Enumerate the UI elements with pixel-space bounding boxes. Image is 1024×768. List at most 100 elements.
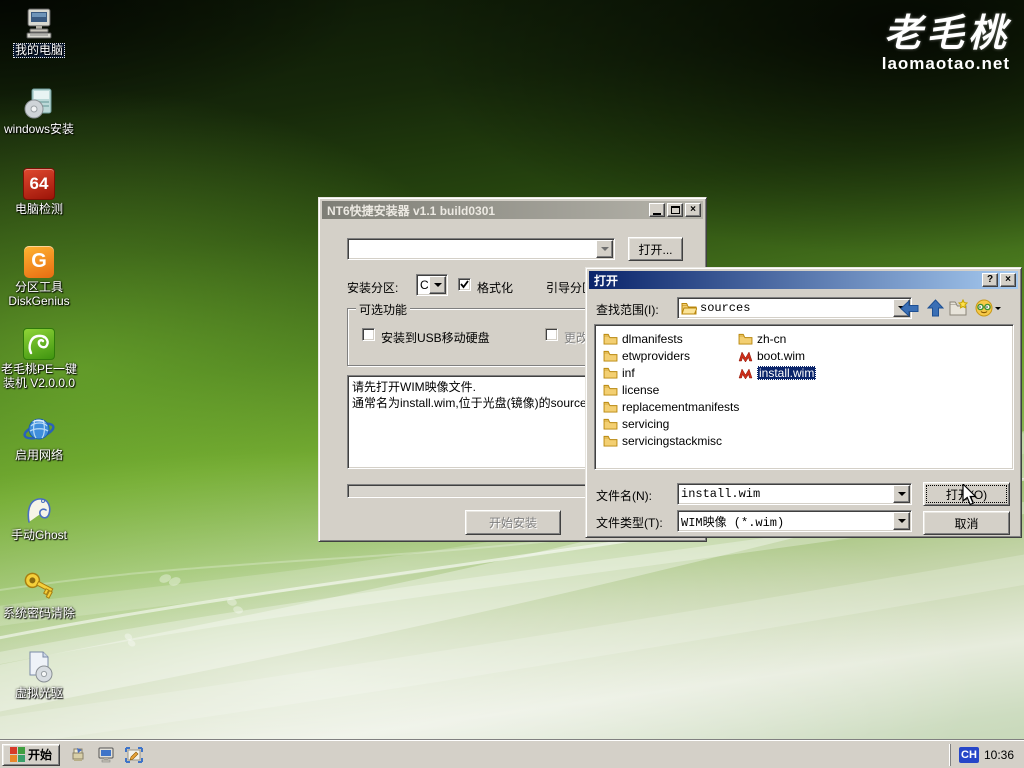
taskbar: 开始 CH 10:36 — [0, 740, 1024, 768]
nt6-window-title: NT6快捷安装器 v1.1 build0301 — [327, 202, 647, 219]
windows-install-icon — [0, 86, 78, 120]
wim-path-combobox[interactable] — [347, 238, 615, 260]
file-name: boot.wim — [757, 349, 805, 363]
start-logo-icon — [10, 747, 25, 762]
desktop-icon-manual-ghost[interactable]: 手动Ghost — [0, 492, 78, 542]
back-button[interactable] — [899, 298, 919, 318]
quick-launch-display-icon[interactable] — [96, 745, 116, 765]
desktop-icon-virtual-cdrom[interactable]: 虚拟光驱 — [0, 650, 78, 700]
file-type-dropdown-button[interactable] — [893, 512, 910, 530]
my-computer-icon — [0, 6, 78, 40]
list-item-folder[interactable]: zh-cn — [738, 330, 816, 347]
format-checkbox[interactable] — [458, 278, 471, 291]
desktop-icon-label: 启用网络 — [14, 449, 64, 462]
desktop-icon-label: 老毛桃PE一键 — [0, 363, 78, 376]
usb-install-checkbox-label[interactable]: 安装到USB移动硬盘 — [381, 329, 490, 346]
list-item-folder[interactable]: etwproviders — [603, 347, 739, 364]
desktop-icon-label: windows安装 — [3, 123, 75, 136]
clock[interactable]: 10:36 — [984, 748, 1014, 762]
check-mark-icon — [460, 280, 469, 289]
desktop-icon-label: 手动Ghost — [10, 529, 68, 542]
quick-launch-show-desktop-icon[interactable] — [124, 745, 144, 765]
open-button-label: 打开(O) — [946, 486, 987, 503]
install-partition-dropdown-button[interactable] — [429, 276, 446, 294]
folder-name: etwproviders — [622, 349, 690, 363]
desktop-icon-label-line2: DiskGenius — [7, 295, 70, 308]
file-name-dropdown-button[interactable] — [893, 485, 910, 503]
folder-icon — [603, 384, 618, 396]
start-button[interactable]: 开始 — [2, 744, 60, 766]
list-item-folder[interactable]: dlmanifests — [603, 330, 739, 347]
list-item-file-selected[interactable]: install.wim — [738, 364, 816, 381]
key-icon — [0, 570, 78, 604]
list-item-folder[interactable]: servicingstackmisc — [603, 432, 739, 449]
file-name: install.wim — [757, 366, 816, 380]
ghost-icon — [0, 492, 78, 526]
folder-icon — [603, 401, 618, 413]
file-type-combobox[interactable]: WIM映像 (*.wim) — [677, 510, 912, 532]
desktop-icon-pc-check[interactable]: 64 电脑检测 — [0, 166, 78, 216]
list-item-folder[interactable]: license — [603, 381, 739, 398]
look-in-value: sources — [700, 301, 750, 315]
close-button[interactable]: × — [685, 203, 701, 217]
view-menu-button[interactable] — [974, 298, 1002, 318]
desktop-icon-label-line2: 装机 V2.0.0.0 — [2, 377, 76, 390]
usb-install-checkbox[interactable] — [362, 328, 375, 341]
desktop-icon-label: 我的电脑 — [13, 43, 65, 58]
nt6-titlebar[interactable]: NT6快捷安装器 v1.1 build0301 × — [322, 201, 703, 219]
help-button[interactable]: ? — [982, 273, 998, 287]
install-partition-value: C — [417, 276, 428, 294]
desktop-icon-password-clear[interactable]: 系统密码清除 — [0, 570, 78, 620]
desktop-icon-windows-install[interactable]: windows安装 — [0, 86, 78, 136]
file-name-value: install.wim — [678, 485, 892, 503]
cancel-button[interactable]: 取消 — [923, 511, 1010, 535]
desktop-icon-laomaotao-pe[interactable]: 老毛桃PE一键 装机 V2.0.0.0 — [0, 326, 78, 390]
quick-launch-tools-icon[interactable] — [68, 745, 88, 765]
folder-icon — [603, 367, 618, 379]
folder-icon — [738, 333, 753, 345]
open-dialog-title: 打开 — [594, 272, 980, 289]
install-partition-select[interactable]: C — [416, 274, 448, 296]
wim-path-dropdown-button[interactable] — [596, 240, 613, 258]
folder-name: replacementmanifests — [622, 400, 739, 414]
list-item-folder[interactable]: inf — [603, 364, 739, 381]
install-partition-label: 安装分区: — [347, 279, 398, 296]
desktop-icon-my-computer[interactable]: 我的电脑 — [0, 6, 78, 58]
desktop-icon-label: 电脑检测 — [14, 203, 64, 216]
list-item-file[interactable]: boot.wim — [738, 347, 816, 364]
new-folder-button[interactable] — [949, 298, 969, 318]
look-in-label: 查找范围(I): — [596, 301, 659, 318]
open-dialog-titlebar[interactable]: 打开 ? × — [589, 271, 1018, 289]
maximize-button[interactable] — [667, 203, 683, 217]
system-tray: CH 10:36 — [950, 744, 1022, 766]
list-item-folder[interactable]: servicing — [603, 415, 739, 432]
close-button[interactable]: × — [1000, 273, 1016, 287]
brand-domain: laomaotao.net — [882, 54, 1010, 74]
browse-wim-button[interactable]: 打开... — [628, 237, 683, 261]
open-button[interactable]: 打开(O) — [923, 482, 1010, 506]
language-indicator[interactable]: CH — [959, 747, 979, 763]
start-install-button-label: 开始安装 — [489, 514, 537, 531]
folder-icon — [603, 435, 618, 447]
up-one-level-button[interactable] — [925, 298, 945, 318]
wim-file-icon — [738, 367, 753, 379]
desktop-icon-label: 虚拟光驱 — [14, 687, 64, 700]
minimize-button[interactable] — [649, 203, 665, 217]
folder-icon — [603, 350, 618, 362]
desktop-icon-enable-network[interactable]: 启用网络 — [0, 412, 78, 462]
file-name-combobox[interactable]: install.wim — [677, 483, 912, 505]
laomaotao-pe-icon — [23, 328, 55, 360]
network-globe-icon — [0, 412, 78, 446]
diskgenius-icon: G — [24, 246, 54, 278]
virtual-drive-icon — [0, 650, 78, 684]
list-item-folder[interactable]: replacementmanifests — [603, 398, 739, 415]
file-listbox[interactable]: dlmanifests etwproviders inf license rep… — [594, 324, 1014, 470]
desktop-icon-diskgenius[interactable]: G 分区工具 DiskGenius — [0, 244, 78, 308]
folder-name: license — [622, 383, 659, 397]
aida64-icon: 64 — [23, 168, 55, 200]
look-in-combobox[interactable]: sources — [677, 297, 912, 319]
desktop-icon-label: 系统密码清除 — [2, 607, 76, 620]
brand-name: 老毛桃 — [882, 14, 1010, 54]
format-checkbox-label[interactable]: 格式化 — [477, 279, 513, 296]
open-folder-icon — [681, 302, 697, 315]
